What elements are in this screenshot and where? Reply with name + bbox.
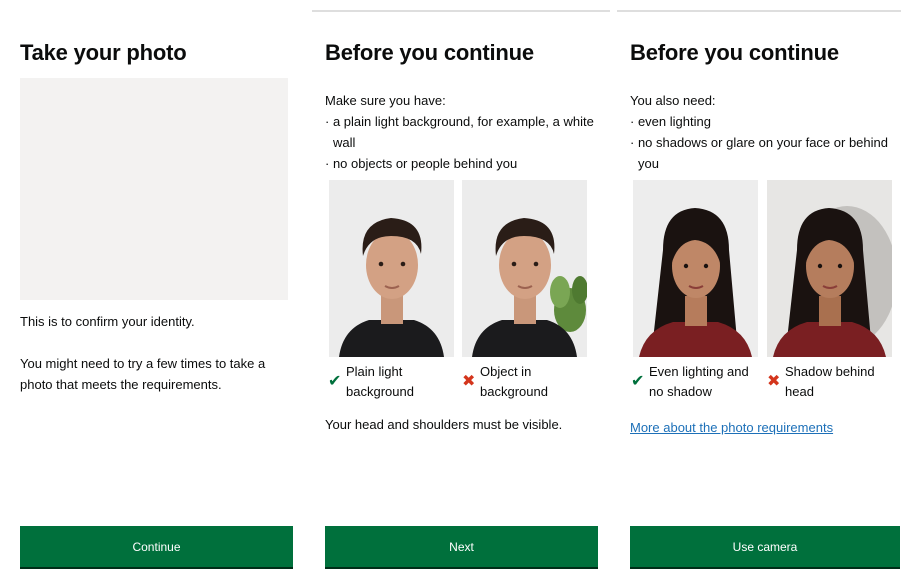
use-camera-button[interactable]: Use camera	[630, 526, 900, 567]
tick-icon: ✔	[328, 373, 342, 390]
example-photo-shadow-behind	[767, 180, 892, 357]
instructions: This is to confirm your identity. You mi…	[20, 311, 295, 395]
intro-text: Make sure you have:	[325, 93, 446, 108]
screen-take-photo: Take your photo This is to confirm your …	[0, 0, 305, 577]
paragraph-confirm-identity: This is to confirm your identity.	[20, 314, 195, 329]
example-photo-even-lighting	[633, 180, 758, 357]
example-photo-object-background	[462, 180, 587, 357]
continue-button[interactable]: Continue	[20, 526, 293, 567]
bullet-background: · a plain light background, for example,…	[325, 114, 594, 150]
tick-icon: ✔	[631, 373, 645, 390]
screen-before-continue-background: Before you continue Make sure you have: …	[310, 0, 610, 577]
camera-preview	[20, 78, 288, 300]
requirements-list: You also need: · even lighting · no shad…	[630, 90, 890, 174]
page-title: Before you continue	[630, 40, 839, 65]
bullet-no-objects: · no objects or people behind you	[325, 156, 518, 171]
caption-text: Even lighting and no shadow	[649, 364, 749, 399]
footer-text: Your head and shoulders must be visible.	[325, 417, 563, 432]
caption-object-background: ✖ Object in background	[462, 362, 592, 404]
bullet-no-shadows: · no shadows or glare on your face or be…	[630, 135, 888, 171]
page-title: Take your photo	[20, 40, 187, 65]
caption-text: Object in background	[480, 364, 548, 399]
cross-icon: ✖	[462, 373, 476, 390]
example-photo-plain-background	[329, 180, 454, 357]
paragraph-try-again: You might need to try a few times to tak…	[20, 356, 266, 392]
caption-shadow-behind: ✖ Shadow behind head	[767, 362, 897, 404]
caption-text: Shadow behind head	[785, 364, 875, 399]
requirements-list: Make sure you have: · a plain light back…	[325, 90, 597, 174]
next-button[interactable]: Next	[325, 526, 598, 567]
top-divider	[312, 10, 610, 12]
top-divider	[617, 10, 901, 12]
page-title: Before you continue	[325, 40, 534, 65]
photo-requirements-link[interactable]: More about the photo requirements	[630, 420, 833, 435]
cross-icon: ✖	[767, 373, 781, 390]
screen-before-continue-lighting: Before you continue You also need: · eve…	[617, 0, 901, 577]
intro-text: You also need:	[630, 93, 716, 108]
caption-plain-background: ✔ Plain light background	[328, 362, 458, 404]
bullet-even-lighting: · even lighting	[630, 114, 711, 129]
caption-even-lighting: ✔ Even lighting and no shadow	[631, 362, 761, 404]
caption-text: Plain light background	[346, 364, 414, 399]
